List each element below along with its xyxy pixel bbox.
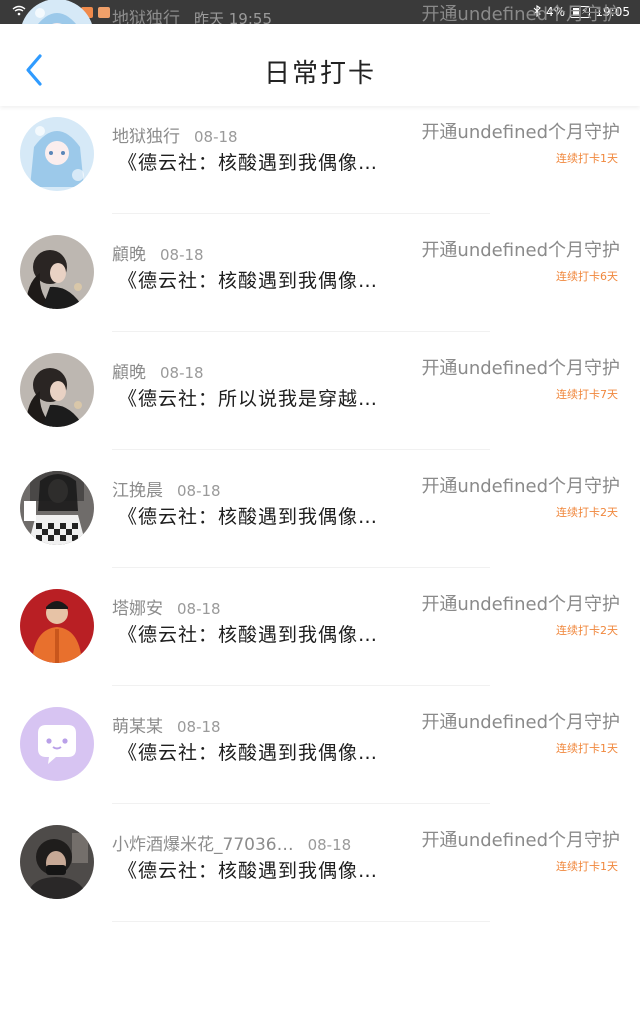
user-meta: 小炸酒爆米花_77036… 08-18	[112, 830, 351, 855]
user-name[interactable]: 顧晚	[112, 245, 146, 265]
user-meta: 江挽晨 08-18	[112, 476, 221, 501]
list-item[interactable]: 地狱独行 08-18 《德云社：核酸遇到我偶像… 开通undefined个月守护连续打…	[0, 96, 640, 214]
list-item[interactable]: 江挽晨 08-18 《德云社：核酸遇到我偶像… 开通undefined个月守护连续打卡…	[0, 450, 640, 568]
post-date: 08-18	[160, 364, 204, 382]
checkin-content[interactable]: 《德云社：核酸遇到我偶像…	[118, 620, 378, 647]
guard-status: 开通undefined个月守护	[421, 830, 620, 851]
checkin-content[interactable]: 《德云社：核酸遇到我偶像…	[118, 738, 378, 765]
user-meta: 塔娜安 08-18	[112, 594, 221, 619]
streak-badge: 连续打卡1天	[556, 152, 618, 165]
post-date: 08-18	[160, 246, 204, 264]
streak-badge: 连续打卡1天	[556, 860, 618, 873]
guard-status: 开通undefined个月守护	[421, 712, 620, 733]
list-item[interactable]: 顧晚 08-18 《德云社：核酸遇到我偶像… 开通undefined个月守护连续打卡6…	[0, 214, 640, 332]
post-date: 08-18	[177, 600, 221, 618]
list-item[interactable]: 塔娜安 08-18 《德云社：核酸遇到我偶像… 开通undefined个月守护连续打卡…	[0, 568, 640, 686]
avatar[interactable]	[20, 589, 94, 663]
checkin-list: 地狱独行昨天 19:55《德云社：所以说我是穿越…开通undefined个月守护…	[0, 0, 640, 922]
user-name[interactable]: 地狱独行	[112, 127, 180, 147]
avatar[interactable]	[20, 825, 94, 899]
avatar[interactable]	[20, 353, 94, 427]
divider	[112, 921, 490, 922]
list-item[interactable]: 顧晚 08-18 《德云社：所以说我是穿越… 开通undefined个月守护连续打卡7…	[0, 332, 640, 450]
checkin-content[interactable]: 《德云社：核酸遇到我偶像…	[118, 266, 378, 293]
guard-status: 开通undefined个月守护	[421, 358, 620, 379]
user-meta: 萌某某 08-18	[112, 712, 221, 737]
checkin-content[interactable]: 《德云社：核酸遇到我偶像…	[118, 148, 378, 175]
list-item[interactable]: 萌某某 08-18 《德云社：核酸遇到我偶像… 开通undefined个月守护连续打卡…	[0, 686, 640, 804]
streak-badge: 连续打卡7天	[556, 388, 618, 401]
user-name[interactable]: 小炸酒爆米花_77036…	[112, 835, 294, 855]
post-date: 08-18	[177, 482, 221, 500]
page-title: 日常打卡	[263, 59, 376, 89]
post-date: 08-18	[194, 128, 238, 146]
guard-status: 开通undefined个月守护	[421, 4, 620, 25]
guard-status: 开通undefined个月守护	[421, 240, 620, 261]
post-date: 08-18	[177, 718, 221, 736]
page-header: 日常打卡	[0, 24, 640, 106]
avatar[interactable]	[20, 117, 94, 191]
checkin-content[interactable]: 《德云社：核酸遇到我偶像…	[118, 856, 378, 883]
checkin-content[interactable]: 《德云社：核酸遇到我偶像…	[118, 502, 378, 529]
user-meta: 顧晚 08-18	[112, 358, 204, 383]
user-name[interactable]: 萌某某	[112, 717, 163, 737]
user-name[interactable]: 江挽晨	[112, 481, 163, 501]
user-name[interactable]: 顧晚	[112, 363, 146, 383]
streak-badge: 连续打卡2天	[556, 506, 618, 519]
user-meta: 地狱独行 08-18	[112, 122, 238, 147]
user-name[interactable]: 塔娜安	[112, 599, 163, 619]
streak-badge: 连续打卡2天	[556, 624, 618, 637]
streak-badge: 连续打卡1天	[556, 742, 618, 755]
guard-status: 开通undefined个月守护	[421, 594, 620, 615]
avatar[interactable]	[20, 235, 94, 309]
checkin-content[interactable]: 《德云社：所以说我是穿越…	[118, 384, 378, 411]
streak-badge: 连续打卡6天	[556, 270, 618, 283]
user-meta: 顧晚 08-18	[112, 240, 204, 265]
guard-status: 开通undefined个月守护	[421, 476, 620, 497]
avatar[interactable]	[20, 707, 94, 781]
list-item[interactable]: 小炸酒爆米花_77036… 08-18 《德云社：核酸遇到我偶像… 开通undefin…	[0, 804, 640, 922]
guard-status: 开通undefined个月守护	[421, 122, 620, 143]
avatar[interactable]	[20, 471, 94, 545]
post-date: 08-18	[307, 836, 352, 854]
